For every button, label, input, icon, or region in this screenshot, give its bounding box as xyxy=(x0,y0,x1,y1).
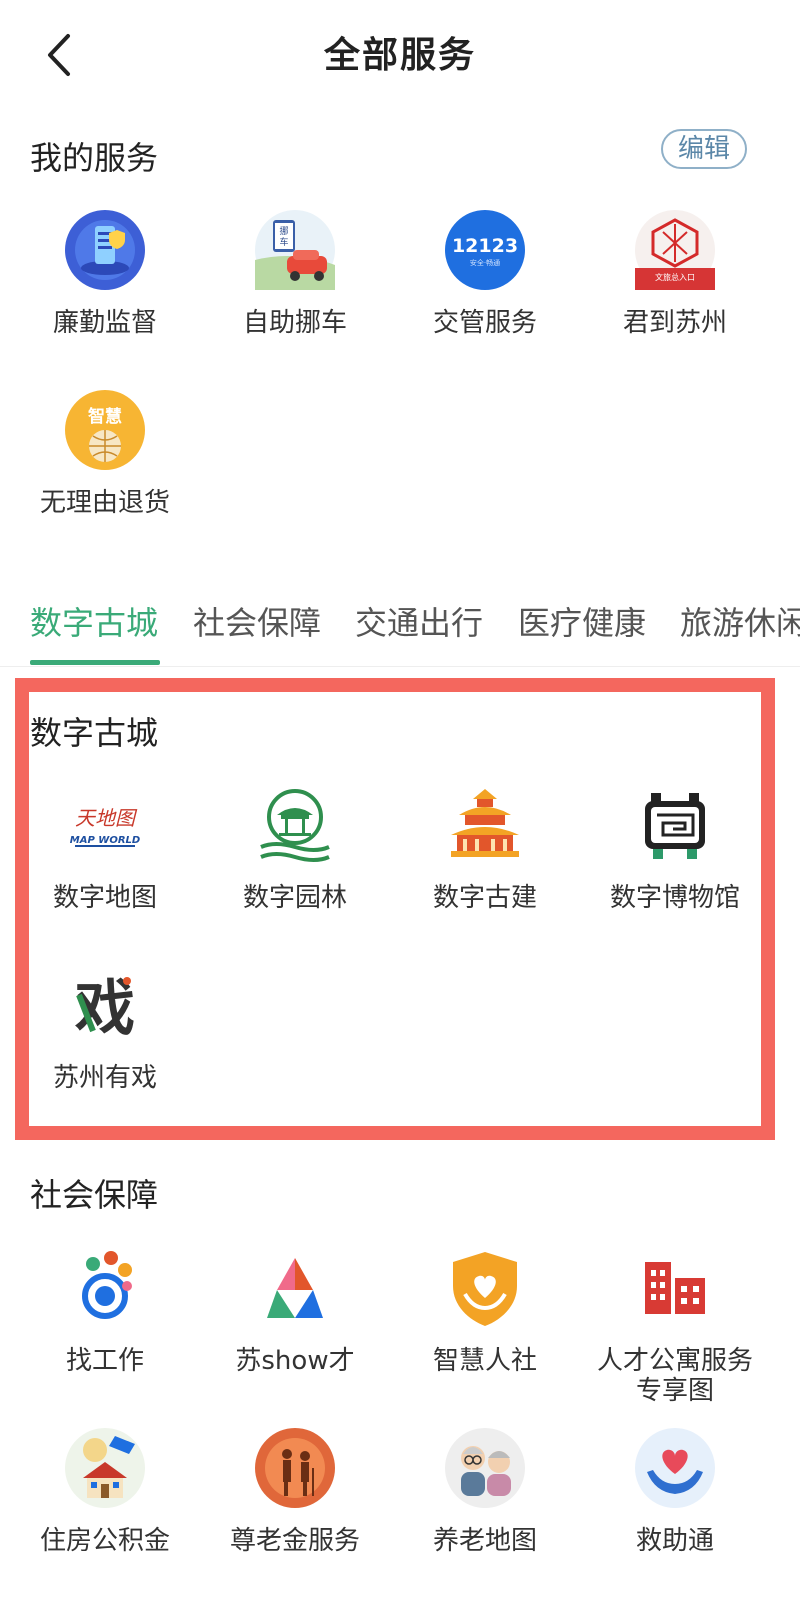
service-talent-show[interactable]: 苏show才 xyxy=(200,1248,390,1376)
service-label: 养老地图 xyxy=(432,1526,537,1556)
traffic-12123-icon: 12123 安全·畅通 xyxy=(445,210,525,290)
service-label: 廉勤监督 xyxy=(52,308,157,338)
traffic-icon-slogan: 安全·畅通 xyxy=(470,258,500,267)
service-digital-garden[interactable]: 数字园林 xyxy=(200,785,390,913)
service-label: 君到苏州 xyxy=(622,308,727,338)
map-icon-subtext: MAP WORLD xyxy=(70,835,140,846)
header-bar: 全部服务 xyxy=(0,0,800,110)
service-label: 数字博物馆 xyxy=(609,883,740,913)
service-move-car[interactable]: 挪车 自助挪车 xyxy=(200,210,390,338)
tab-transport[interactable]: 交通出行 xyxy=(355,598,483,644)
tab-digital-city[interactable]: 数字古城 xyxy=(30,598,158,644)
page-title: 全部服务 xyxy=(323,35,476,76)
active-tab-indicator xyxy=(30,660,160,665)
service-label: 无理由退货 xyxy=(39,488,170,518)
opera-icon: 戏 xyxy=(65,965,145,1045)
culture-icon-text: 文旅总入口 xyxy=(655,272,695,282)
return-icon-text: 智慧 xyxy=(88,406,122,427)
social-security-title: 社会保障 xyxy=(30,1176,159,1214)
service-label: 智慧人社 xyxy=(432,1346,537,1376)
traffic-icon-number: 12123 xyxy=(452,235,518,257)
map-world-icon: 天地图 MAP WORLD xyxy=(65,785,145,865)
talent-show-icon xyxy=(255,1248,335,1328)
edit-button[interactable]: 编辑 xyxy=(661,129,747,169)
service-label: 自助挪车 xyxy=(242,308,347,338)
category-tabs: 数字古城 社会保障 交通出行 医疗健康 旅游休闲 xyxy=(0,590,800,665)
service-label-line2: 专享图 xyxy=(635,1376,714,1406)
assistance-icon xyxy=(635,1428,715,1508)
smart-social-icon xyxy=(445,1248,525,1328)
service-smart-social[interactable]: 智慧人社 xyxy=(390,1248,580,1376)
talent-apartment-icon xyxy=(635,1248,715,1328)
service-digital-map[interactable]: 天地图 MAP WORLD 数字地图 xyxy=(10,785,200,913)
culture-portal-icon: 文旅总入口 xyxy=(635,210,715,290)
garden-pavilion-icon xyxy=(255,785,335,865)
move-car-icon-text-1: 挪 xyxy=(279,225,288,237)
service-housing-fund[interactable]: 住房公积金 xyxy=(10,1428,200,1556)
service-traffic[interactable]: 12123 安全·畅通 交管服务 xyxy=(390,210,580,338)
museum-icon xyxy=(635,785,715,865)
service-label: 救助通 xyxy=(635,1526,714,1556)
tabs-divider xyxy=(0,666,800,667)
service-label: 尊老金服务 xyxy=(229,1526,360,1556)
tab-healthcare[interactable]: 医疗健康 xyxy=(518,598,646,644)
service-talent-apartment[interactable]: 人才公寓服务 专享图 xyxy=(580,1248,770,1406)
ancient-building-icon xyxy=(445,785,525,865)
service-return[interactable]: 智慧 无理由退货 xyxy=(10,390,200,518)
service-label: 苏州有戏 xyxy=(52,1063,157,1093)
service-digital-building[interactable]: 数字古建 xyxy=(390,785,580,913)
phone-shield-icon xyxy=(65,210,145,290)
digital-city-title: 数字古城 xyxy=(30,714,159,752)
tab-social-security[interactable]: 社会保障 xyxy=(193,598,321,644)
service-elderly-map[interactable]: 养老地图 xyxy=(390,1428,580,1556)
housing-fund-icon xyxy=(65,1428,145,1508)
service-find-job[interactable]: 找工作 xyxy=(10,1248,200,1376)
service-assistance[interactable]: 救助通 xyxy=(580,1428,770,1556)
service-lianqin[interactable]: 廉勤监督 xyxy=(10,210,200,338)
service-digital-museum[interactable]: 数字博物馆 xyxy=(580,785,770,913)
move-car-icon-text-2: 车 xyxy=(279,236,288,248)
service-label: 苏show才 xyxy=(235,1346,355,1376)
smart-return-icon: 智慧 xyxy=(65,390,145,470)
car-move-icon: 挪车 xyxy=(255,210,335,290)
service-elderly-allowance[interactable]: 尊老金服务 xyxy=(200,1428,390,1556)
my-services-title: 我的服务 xyxy=(30,139,159,177)
service-label: 人才公寓服务 xyxy=(596,1346,753,1376)
service-label: 数字地图 xyxy=(52,883,157,913)
service-label: 住房公积金 xyxy=(39,1526,170,1556)
service-label: 数字古建 xyxy=(432,883,537,913)
find-job-icon xyxy=(65,1248,145,1328)
map-icon-text: 天地图 xyxy=(75,806,138,830)
service-jundao[interactable]: 文旅总入口 君到苏州 xyxy=(580,210,770,338)
service-label: 数字园林 xyxy=(242,883,347,913)
elderly-allowance-icon xyxy=(255,1428,335,1508)
service-label: 交管服务 xyxy=(432,308,537,338)
tab-tourism[interactable]: 旅游休闲 xyxy=(680,598,800,644)
elderly-map-icon xyxy=(445,1428,525,1508)
service-suzhou-opera[interactable]: 戏 苏州有戏 xyxy=(10,965,200,1093)
service-label: 找工作 xyxy=(65,1346,144,1376)
